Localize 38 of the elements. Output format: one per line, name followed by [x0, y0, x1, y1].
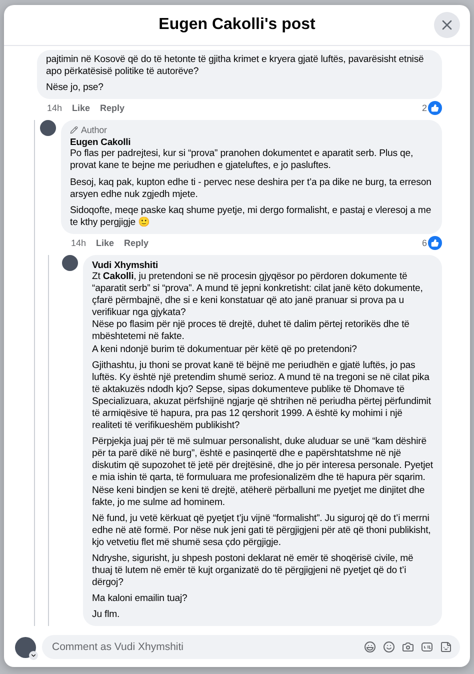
comment-text: Zt Cakolli, ju pretendoni se në procesin gjyqësor po përdoren dokumente të “aparatit serb” si “prova”. A mund të jepni konkretisht: cilat janë këto dokumente, çfarë përmbajnë, dhe si e keni konstatuar që ato janë pranuar si prova pa u verifikuar nga gjykata? Nëse po flasim për një proces të drejtë, duhet të dalim përtej retorikës dhe të mbështetemi në fakte. A keni ndonjë burim të dokumentuar për këtë që po pretendoni? [92, 270, 424, 356]
comment-text: Në fund, ju vetë kërkuat që pyetjet t’ju vijnë “formalisht”. Ju siguroj që do t’i merrni edhe në atë formë. Por nëse nuk jeni gati të përgjigjeni për atë që thoni publikisht, kjo vetvetiu flet më shumë sesa çdo përgjigje. [92, 512, 432, 549]
comment-text: Ndryshe, sigurisht, ju shpesh postoni deklarat në emër të shoqërisë civile, më thuaj të lutem në emër të kujt organizatë do të përgjigjeni në pyetjet që do t’i dërgoj? [92, 553, 414, 590]
comment-action[interactable]: Like [96, 238, 114, 248]
comment-field[interactable]: Comment as Vudi Xhymshiti [50, 640, 357, 654]
comment-author[interactable]: Vudi Xhymshiti [92, 258, 433, 271]
comment-text: Sidoqofte, meqe paske kaq shume pyetje, mi dergo formalisht, e pastaj e vleresoj a me te kthy pergjigje 🙂 [70, 204, 432, 229]
comment-text: Nëse jo, pse? [46, 82, 104, 94]
avatar[interactable] [40, 120, 56, 136]
comment-action[interactable]: Reply [124, 238, 149, 248]
comment-text: Besoj, kaq pak, kupton edhe ti - pervec nese deshira per t’a pa dike ne burg, ta erreson arsyen edhe nuk zgjedh mjete. [70, 176, 432, 201]
chevron-down-icon[interactable] [29, 650, 38, 660]
comment-text: Ma kaloni emailin tuaj? [92, 593, 188, 606]
comment-time: 14h [71, 238, 86, 248]
comment-bar[interactable]: Comment as Vudi Xhymshiti [42, 635, 460, 659]
sticker-icon[interactable] [440, 641, 452, 653]
laughing-face-icon[interactable] [364, 641, 376, 653]
avatar[interactable] [62, 254, 78, 271]
close-button[interactable] [434, 12, 460, 38]
like-reaction-icon [428, 101, 442, 116]
comment-author[interactable]: Eugen Cakolli [70, 136, 433, 148]
badge-text: Author [81, 124, 107, 136]
smiley-icon[interactable] [383, 641, 395, 653]
comment-action[interactable]: Like [72, 103, 90, 114]
comment-text: Ju flm. [92, 609, 121, 622]
comment-text: Përpjekja juaj për të më sulmuar personalisht, duke aluduar se unë “kam dëshirë për ta parë dikë në burg”, është e pasinqertë dhe e papërshtatshme në një diskutim që supozohet të jetë për drejtësinë, dhe jo për interesa personale. Pyetjet e mia ishin të qarta, të formuluara me profesionalizëm dhe të hapura për sqarim. Nëse keni bindjen se keni të drejtë, atëherë përballuni me pyetjet me dinjitet dhe fakte, jo me sulme ad hominem. [92, 436, 433, 509]
like-reaction-icon [428, 236, 442, 250]
comment-text: Po flas per padrejtesi, kur si “prova” pranohen dokumentet e aparatit serb. Plus qe, provat kane te bejne me periudhen e gjateluftes, e jo pasluftes. [70, 148, 414, 173]
pencil-icon [70, 126, 78, 134]
comment-text: pajtimin në Kosovë që do të hetonte të gjitha krimet e kryera gjatë luftës, pavarësisht etnisë apo përkatësisë politike të autorëve? [46, 54, 425, 78]
comment-action[interactable]: Reply [100, 103, 125, 114]
reaction-count: 6 [422, 238, 427, 248]
camera-icon[interactable] [402, 641, 414, 653]
reaction-count: 2 [422, 103, 427, 114]
avatar[interactable] [15, 636, 36, 658]
comment-time: 14h [47, 103, 62, 114]
comment-text: Gjithashtu, ju thoni se provat kanë të bëjnë me periudhën e gjatë luftës, jo pas luftës. Ky është një pretendim shumë serioz. A mund të na tregoni se në cilat pika të aktakuzës ndodh kjo? Sepse, sipas dokumenteve publike të Dhomave të Specializuara, akuzat përfshijnë ngjarje që shtrihen në periudha përtej përfundimit të armiqësive të hapura, pra pas 12 qershorit 1999. A është ky mohimi i një realiteti të verifikueshëm publikisht? [92, 360, 432, 432]
dialog-title: Eugen Cakolli's post [158, 16, 316, 34]
